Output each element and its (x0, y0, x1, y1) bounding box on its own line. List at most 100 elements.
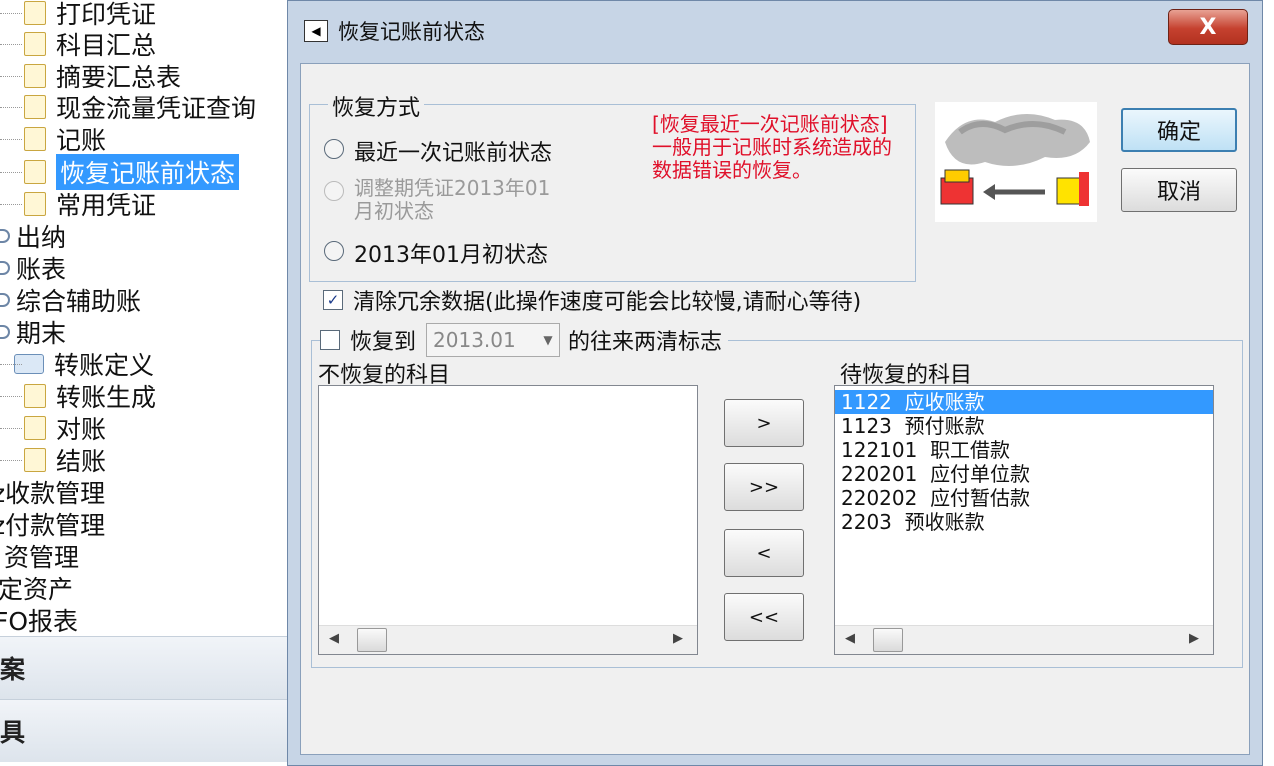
tree-item-label: 账表 (16, 255, 67, 284)
radio-latest-state[interactable]: 最近一次记账前状态 (324, 135, 552, 167)
tree-item-transfer-generate[interactable]: 转账生成 (0, 381, 156, 412)
scroll-right-icon[interactable]: ▶ (1189, 631, 1199, 646)
clear-redundant-checkbox[interactable]: ✓ 清除冗余数据(此操作速度可能会比较慢,请耐心等待) (323, 284, 861, 316)
move-all-left-button[interactable]: << (724, 593, 804, 641)
scroll-left-icon[interactable]: ◀ (845, 631, 855, 646)
radio-month-start-state[interactable]: 2013年01月初状态 (324, 237, 548, 269)
restore-mode-legend: 恢复方式 (328, 90, 425, 122)
tree-item-label: 定资产 (0, 575, 74, 604)
tree-item-label: 记账 (56, 126, 107, 155)
folder-icon (24, 160, 46, 184)
tree-item-reconcile[interactable]: 对账 (0, 413, 107, 444)
navigation-tree: 打印凭证 科目汇总 摘要汇总表 现金流量凭证查询 记账 恢复记账前状态 常用凭证… (0, 0, 290, 766)
radio-circle (324, 241, 344, 261)
restore-to-suffix: 的往来两清标志 (568, 330, 723, 355)
folder-icon (24, 127, 46, 151)
restore-illustration (935, 102, 1097, 222)
tree-item-receivables[interactable]: z收款管理 (0, 477, 106, 508)
move-one-right-button[interactable]: > (724, 399, 804, 447)
dialog-client: 恢复方式 最近一次记账前状态 调整期凭证2013年01 月初状态 2013年01… (300, 63, 1250, 755)
scroll-left-icon[interactable]: ◀ (329, 631, 339, 646)
tree-item-cashflow-query[interactable]: 现金流量凭证查询 (0, 92, 256, 123)
tree-item-close-period[interactable]: 结账 (0, 445, 107, 476)
tree-node-icon (0, 293, 10, 307)
to-restore-list[interactable]: 1122 应收账款 1123 预付账款 122101 职工借款 220201 应… (834, 385, 1214, 655)
list-item[interactable]: 122101 职工借款 (835, 438, 1213, 462)
scroll-thumb[interactable] (873, 628, 903, 652)
close-button[interactable]: X (1168, 9, 1248, 45)
tree-item-label: 综合辅助账 (16, 287, 142, 316)
tree-item-cashier[interactable]: 出纳 (0, 221, 66, 252)
radio-label: 调整期凭证2013年01 月初状态 (354, 176, 551, 223)
list-item[interactable]: 220201 应付单位款 (835, 462, 1213, 486)
folder-icon (24, 32, 46, 56)
nav-section-archive[interactable]: 案 (0, 636, 290, 699)
radio-label: 最近一次记账前状态 (354, 141, 553, 166)
tree-item-restore-state[interactable]: 恢复记账前状态 (0, 154, 240, 190)
radio-label: 2013年01月初状态 (354, 243, 548, 268)
move-one-left-button[interactable]: < (724, 529, 804, 577)
tree-item-transfer-definition[interactable]: 转账定义 (0, 349, 154, 380)
cancel-button[interactable]: 取消 (1121, 168, 1237, 212)
list-item[interactable]: 2203 预收账款 (835, 510, 1213, 534)
ok-button[interactable]: 确定 (1121, 108, 1237, 152)
list-item[interactable]: 1122 应收账款 (835, 390, 1213, 414)
list-item[interactable]: 1123 预付账款 (835, 414, 1213, 438)
nav-section-label: 具 (0, 718, 26, 747)
horizontal-scrollbar[interactable]: ◀ ▶ (835, 625, 1213, 654)
tree-item-label: FO报表 (0, 607, 79, 636)
tree-item-period-end[interactable]: 期末 (0, 317, 67, 348)
tree-item-common-voucher[interactable]: 常用凭证 (0, 189, 157, 220)
restore-note: [恢复最近一次记账前状态]一般用于记账时系统造成的数据错误的恢复。 (652, 112, 892, 182)
tree-item-label: 期末 (16, 319, 67, 348)
folder-icon (24, 384, 46, 408)
no-restore-list[interactable]: ◀ ▶ (318, 385, 698, 655)
tree-item-label: 结账 (56, 447, 107, 476)
radio-circle (324, 181, 344, 201)
checkbox-box: ✓ (323, 290, 343, 310)
tree-item-reports[interactable]: 账表 (0, 253, 67, 284)
restore-to-row: 恢复到 2013.01 ▼ 的往来两清标志 (320, 323, 729, 357)
tree-item-fixed-assets[interactable]: 定资产 (0, 573, 74, 604)
tree-item-abstract-summary[interactable]: 摘要汇总表 (0, 61, 181, 92)
tree-item-label: 对账 (56, 415, 107, 444)
folder-icon (24, 64, 46, 88)
radio-adjust-period-state[interactable]: 调整期凭证2013年01 月初状态 (324, 177, 550, 223)
scroll-thumb[interactable] (357, 628, 387, 652)
list-item[interactable]: 220202 应付暂估款 (835, 486, 1213, 510)
dialog-titlebar[interactable]: ◀ 恢复记账前状态 X (288, 1, 1262, 61)
radio-circle (324, 139, 344, 159)
nav-section-tools[interactable]: 具 (0, 699, 290, 762)
tree-item-label: 常用凭证 (56, 191, 157, 220)
period-select[interactable]: 2013.01 ▼ (426, 323, 561, 357)
folder-icon (24, 95, 46, 119)
folder-icon (24, 416, 46, 440)
tree-item-subject-summary[interactable]: 科目汇总 (0, 29, 156, 60)
tree-item-print-voucher[interactable]: 打印凭证 (0, 0, 156, 29)
tree-item-assets-mgmt[interactable]: 资管理 (4, 541, 80, 572)
tree-node-icon (0, 325, 10, 339)
tree-item-ufo-reports[interactable]: FO报表 (0, 605, 79, 636)
restore-dialog: ◀ 恢复记账前状态 X 恢复方式 最近一次记账前状态 调整期凭证2013年01 … (287, 0, 1263, 766)
tree-node-icon (0, 229, 10, 243)
tree-item-aux-accounts[interactable]: 综合辅助账 (0, 285, 142, 316)
window-icon: ◀ (304, 20, 328, 42)
tree-item-label: 恢复记账前状态 (56, 154, 240, 190)
folder-icon (24, 192, 46, 216)
restore-mode-group: 恢复方式 最近一次记账前状态 调整期凭证2013年01 月初状态 2013年01… (309, 90, 916, 282)
move-all-right-button[interactable]: >> (724, 463, 804, 511)
checkbox-label: 清除冗余数据(此操作速度可能会比较慢,请耐心等待) (353, 290, 862, 315)
tree-item-label: 资管理 (4, 543, 80, 572)
tree-node-icon (0, 261, 10, 275)
tree-item-label: z收款管理 (0, 479, 106, 508)
tree-item-bookkeeping[interactable]: 记账 (0, 124, 107, 155)
restore-to-prefix: 恢复到 (350, 330, 417, 355)
nav-section-label: 案 (0, 655, 26, 684)
tree-item-payables[interactable]: z付款管理 (0, 509, 106, 540)
period-select-value: 2013.01 (433, 328, 516, 352)
scroll-right-icon[interactable]: ▶ (673, 631, 683, 646)
restore-to-checkbox[interactable] (320, 330, 340, 350)
horizontal-scrollbar[interactable]: ◀ ▶ (319, 625, 697, 654)
tree-item-label: z付款管理 (0, 511, 106, 540)
dialog-title: 恢复记账前状态 (338, 20, 485, 44)
